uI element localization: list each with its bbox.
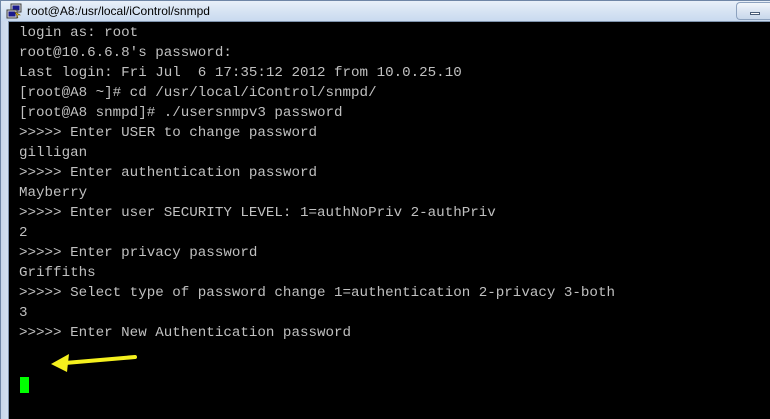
- terminal-line: >>>>> Enter user SECURITY LEVEL: 1=authN…: [19, 205, 496, 221]
- terminal-line: Mayberry: [19, 185, 88, 201]
- terminal-area[interactable]: login as: root root@10.6.6.8's password:…: [8, 21, 770, 419]
- terminal-line: Griffiths: [19, 265, 96, 281]
- terminal-line: >>>>> Enter New Authentication password: [19, 325, 352, 341]
- putty-icon[interactable]: [6, 3, 22, 19]
- title-bar[interactable]: root@A8:/usr/local/iControl/snmpd: [1, 1, 770, 21]
- window-title: root@A8:/usr/local/iControl/snmpd: [27, 4, 210, 18]
- terminal-line: gilligan: [19, 145, 88, 161]
- terminal-line: root@10.6.6.8's password:: [19, 45, 232, 61]
- terminal-line: 2: [19, 225, 28, 241]
- terminal-line: >>>>> Enter authentication password: [19, 165, 317, 181]
- window-frame-left: [1, 21, 8, 419]
- terminal-cursor: [20, 377, 29, 393]
- terminal-line: >>>>> Enter privacy password: [19, 245, 258, 261]
- terminal-line: [root@A8 snmpd]# ./usersnmpv3 password: [19, 105, 343, 121]
- minimize-button[interactable]: [736, 2, 770, 20]
- terminal-line: >>>>> Select type of password change 1=a…: [19, 285, 615, 301]
- arrow-left-icon: [51, 354, 137, 372]
- terminal-line: 3: [19, 305, 28, 321]
- putty-window: root@A8:/usr/local/iControl/snmpd login …: [0, 0, 770, 419]
- terminal-line: [root@A8 ~]# cd /usr/local/iControl/snmp…: [19, 85, 377, 101]
- terminal-line: Last login: Fri Jul 6 17:35:12 2012 from…: [19, 65, 462, 81]
- terminal-line: >>>>> Enter USER to change password: [19, 125, 317, 141]
- minimize-icon: [750, 12, 760, 15]
- terminal-line: login as: root: [19, 25, 139, 41]
